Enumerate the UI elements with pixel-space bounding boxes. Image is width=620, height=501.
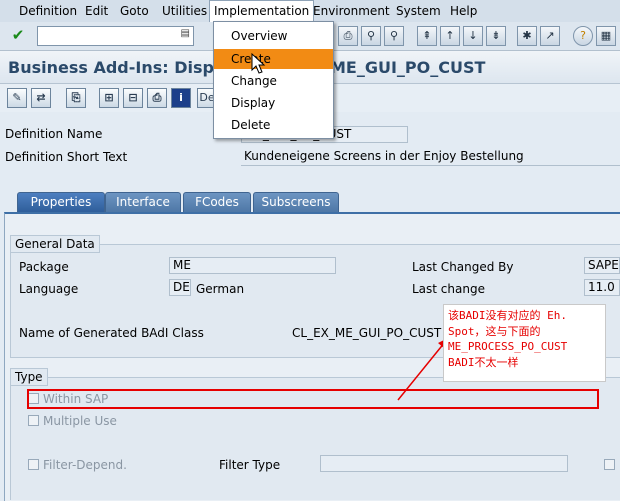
layout-menu-icon[interactable]: ▦ [596, 26, 616, 46]
mouse-cursor-icon [251, 53, 266, 74]
generated-class-label: Name of Generated BAdI Class [19, 326, 204, 340]
next-page-icon[interactable]: ↓ [463, 26, 483, 46]
menu-goto[interactable]: Goto [120, 4, 149, 18]
short-text-field: Kundeneigene Screens in der Enjoy Bestel… [241, 149, 620, 166]
filter-type-field[interactable] [320, 455, 568, 472]
multiple-use-label: Multiple Use [43, 414, 117, 428]
package-label: Package [19, 260, 69, 274]
print-list-icon[interactable]: ⎙ [147, 88, 167, 108]
short-text-label: Definition Short Text [5, 150, 128, 164]
find-icon[interactable]: ⚲ [361, 26, 381, 46]
page-title-tail: ME_GUI_PO_CUST [330, 58, 486, 77]
command-history-icon[interactable]: ▤ [181, 28, 190, 39]
language-code-field: DE [169, 279, 191, 296]
help-icon[interactable]: ? [573, 26, 593, 46]
last-page-icon[interactable]: ⇟ [486, 26, 506, 46]
menu-item-overview[interactable]: Overview [214, 26, 333, 46]
definition-name-label: Definition Name [5, 127, 103, 141]
implementation-dropdown: Overview Create Change Display Delete [213, 21, 334, 139]
menu-item-change[interactable]: Change [214, 71, 333, 91]
general-data-title: General Data [10, 235, 100, 253]
menu-bar: Definition Edit Goto Utilities Implement… [0, 0, 620, 23]
menu-implementation[interactable]: Implementation [209, 0, 315, 22]
menu-item-delete[interactable]: Delete [214, 115, 333, 135]
menu-edit[interactable]: Edit [85, 4, 108, 18]
menu-environment[interactable]: Environment [313, 4, 390, 18]
active-inactive-icon[interactable]: ⇄ [31, 88, 51, 108]
menu-help[interactable]: Help [450, 4, 477, 18]
last-change-field: 11.0 [584, 279, 620, 296]
where-used-icon[interactable]: ⊟ [123, 88, 143, 108]
create-session-icon[interactable]: ✱ [517, 26, 537, 46]
filter-depend-label: Filter-Depend. [43, 458, 127, 472]
tab-interface[interactable]: Interface [105, 192, 181, 212]
last-changed-by-label: Last Changed By [412, 260, 514, 274]
other-object-icon[interactable]: ⎘ [66, 88, 86, 108]
extra-checkbox[interactable] [604, 459, 615, 470]
menu-definition[interactable]: Definition [19, 4, 77, 18]
shortcut-icon[interactable]: ↗ [540, 26, 560, 46]
page-title: Business Add-Ins: Displ [8, 58, 220, 77]
last-changed-by-field: SAPE [584, 257, 620, 274]
print-icon[interactable]: ⎙ [338, 26, 358, 46]
menu-item-display[interactable]: Display [214, 93, 333, 113]
menu-item-create[interactable]: Create [214, 49, 333, 69]
tab-subscreens[interactable]: Subscreens [253, 192, 339, 212]
multiple-use-checkbox[interactable] [28, 415, 39, 426]
enter-check-icon[interactable]: ✔ [8, 26, 28, 46]
menu-utilities[interactable]: Utilities [162, 4, 207, 18]
language-label: Language [19, 282, 79, 296]
annotation-highlight-box [27, 389, 599, 409]
command-field[interactable]: ▤ [37, 26, 194, 46]
display-change-icon[interactable]: ✎ [7, 88, 27, 108]
last-change-label: Last change [412, 282, 485, 296]
first-page-icon[interactable]: ⇞ [417, 26, 437, 46]
find-next-icon[interactable]: ⚲ [384, 26, 404, 46]
annotation-note: 该BADI没有对应的 Eh. Spot，这与下面的 ME_PROCESS_PO_… [443, 304, 606, 382]
type-group-title: Type [10, 368, 48, 386]
filter-type-label: Filter Type [219, 458, 281, 472]
language-name: German [196, 282, 245, 296]
hierarchy-icon[interactable]: ⊞ [99, 88, 119, 108]
menu-system[interactable]: System [396, 4, 441, 18]
info-icon[interactable]: i [171, 88, 191, 108]
tab-fcodes[interactable]: FCodes [183, 192, 251, 212]
tab-properties[interactable]: Properties [17, 192, 105, 212]
package-field: ME [169, 257, 336, 274]
previous-page-icon[interactable]: ↑ [440, 26, 460, 46]
filter-depend-checkbox[interactable] [28, 459, 39, 470]
